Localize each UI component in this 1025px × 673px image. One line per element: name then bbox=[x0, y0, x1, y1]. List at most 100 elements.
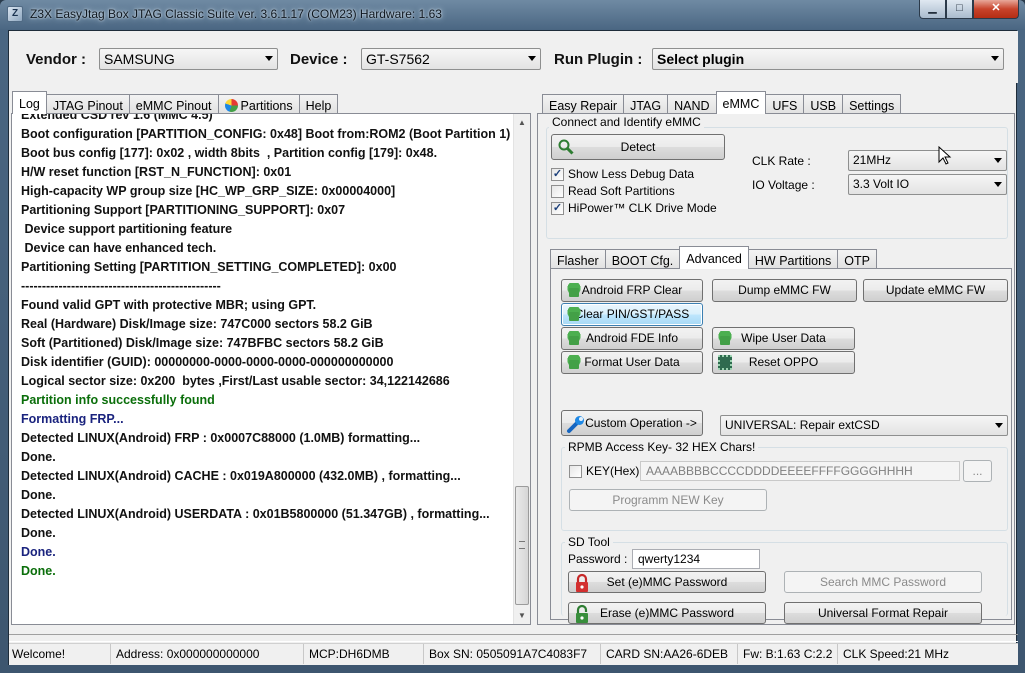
tab-label: JTAG Pinout bbox=[52, 98, 123, 113]
tab-easy-repair[interactable]: Easy Repair bbox=[542, 94, 625, 114]
tab-jtag-pinout[interactable]: JTAG Pinout bbox=[45, 94, 130, 114]
android-frp-clear-button[interactable]: Android FRP Clear bbox=[561, 279, 703, 302]
tab-advanced[interactable]: Advanced bbox=[679, 246, 749, 269]
log-scrollbar[interactable]: ▲ ▼ bbox=[513, 114, 530, 624]
log-line: Formatting FRP... bbox=[21, 412, 124, 426]
tab-emmc-pinout[interactable]: eMMC Pinout bbox=[128, 94, 219, 114]
wipe-user-data-button[interactable]: Wipe User Data bbox=[712, 327, 855, 350]
clk-rate-value: 21MHz bbox=[853, 153, 892, 167]
tab-label: eMMC bbox=[722, 97, 760, 111]
custom-operation-button[interactable]: Custom Operation -> bbox=[561, 410, 703, 436]
chevron-down-icon bbox=[528, 56, 536, 61]
tab-settings[interactable]: Settings bbox=[842, 94, 902, 114]
emmc-sub-tab-strip: Flasher BOOT Cfg. Advanced HW Partitions… bbox=[550, 245, 877, 269]
log-line: Device support partitioning feature bbox=[21, 222, 233, 236]
checkbox-label: KEY(Hex) : bbox=[586, 464, 647, 478]
browse-key-button[interactable]: ... bbox=[963, 460, 992, 482]
log-line: Detected LINUX(Android) FRP : 0x0007C880… bbox=[21, 431, 421, 445]
log-line: Logical sector size: 0x200 bytes ,First/… bbox=[21, 374, 450, 388]
reset-oppo-button[interactable]: Reset OPPO bbox=[712, 351, 855, 374]
minimize-button[interactable]: ▁ bbox=[919, 0, 946, 19]
checkbox-checked-icon: ✓ bbox=[551, 201, 564, 215]
tab-log[interactable]: Log bbox=[12, 91, 47, 114]
vendor-value: SAMSUNG bbox=[104, 51, 175, 67]
log-line: Done. bbox=[21, 526, 56, 540]
detect-label: Detect bbox=[620, 140, 656, 154]
tab-nand[interactable]: NAND bbox=[667, 94, 717, 114]
log-line: Extended CSD rev 1.6 (MMC 4.5) bbox=[21, 113, 213, 122]
app-window: Z Z3X EasyJtag Box JTAG Classic Suite ve… bbox=[0, 0, 1025, 673]
clk-rate-select[interactable]: 21MHz bbox=[848, 150, 1007, 171]
button-label: Erase (e)MMC Password bbox=[599, 606, 735, 620]
tab-emmc[interactable]: eMMC bbox=[715, 91, 767, 114]
left-tab-strip: Log JTAG Pinout eMMC Pinout Partitions H… bbox=[12, 90, 339, 114]
tab-label: NAND bbox=[674, 98, 710, 113]
custom-operation-value: UNIVERSAL: Repair extCSD bbox=[725, 418, 880, 432]
tab-flasher[interactable]: Flasher bbox=[550, 249, 606, 269]
program-new-key-button[interactable]: Programm NEW Key bbox=[569, 489, 767, 511]
detect-button[interactable]: Detect bbox=[551, 134, 725, 160]
vendor-select[interactable]: SAMSUNG bbox=[99, 48, 278, 70]
app-icon[interactable]: Z bbox=[7, 6, 23, 22]
emmc-panel: Connect and Identify eMMC Detect ✓ Show L… bbox=[537, 113, 1015, 625]
tab-label: Partitions bbox=[240, 98, 293, 113]
hipower-clk-checkbox[interactable]: ✓ HiPower™ CLK Drive Mode bbox=[551, 201, 717, 215]
connect-group-title: Connect and Identify eMMC bbox=[549, 115, 704, 129]
checkbox-unchecked-icon bbox=[551, 184, 564, 198]
caption-buttons: ▁ □ ✕ bbox=[919, 0, 1019, 20]
key-hex-checkbox[interactable]: KEY(Hex) : bbox=[569, 464, 646, 478]
scroll-thumb[interactable] bbox=[515, 486, 529, 605]
tab-boot-cfg[interactable]: BOOT Cfg. bbox=[604, 249, 681, 269]
search-mmc-password-button[interactable]: Search MMC Password bbox=[784, 571, 982, 593]
format-user-data-button[interactable]: Format User Data bbox=[561, 351, 703, 374]
io-voltage-select[interactable]: 3.3 Volt IO bbox=[848, 174, 1007, 195]
tab-label: eMMC Pinout bbox=[135, 98, 212, 113]
plugin-select[interactable]: Select plugin bbox=[652, 48, 1004, 70]
show-less-debug-checkbox[interactable]: ✓ Show Less Debug Data bbox=[551, 167, 694, 181]
custom-operation-select[interactable]: UNIVERSAL: Repair extCSD bbox=[720, 415, 1008, 436]
button-label: Custom Operation -> bbox=[585, 416, 697, 430]
dump-emmc-fw-button[interactable]: Dump eMMC FW bbox=[712, 279, 857, 302]
log-line: Detected LINUX(Android) USERDATA : 0x01B… bbox=[21, 507, 490, 521]
log-line: Partition info successfully found bbox=[21, 393, 215, 407]
tab-ufs[interactable]: UFS bbox=[765, 94, 805, 114]
password-input[interactable]: qwerty1234 bbox=[632, 549, 760, 569]
tab-otp[interactable]: OTP bbox=[837, 249, 877, 269]
log-panel[interactable]: Extended CSD rev 1.6 (MMC 4.5) Boot confi… bbox=[11, 113, 531, 625]
scroll-down-arrow-icon[interactable]: ▼ bbox=[514, 607, 530, 624]
tab-hw-partitions[interactable]: HW Partitions bbox=[747, 249, 839, 269]
log-line: Done. bbox=[21, 564, 56, 578]
maximize-button[interactable]: □ bbox=[946, 0, 973, 19]
clear-pin-button[interactable]: Clear PIN/GST/PASS bbox=[561, 303, 703, 326]
read-soft-partitions-checkbox[interactable]: Read Soft Partitions bbox=[551, 184, 675, 198]
log-line: ----------------------------------------… bbox=[21, 279, 221, 293]
close-button[interactable]: ✕ bbox=[973, 0, 1019, 19]
title-bar[interactable]: Z Z3X EasyJtag Box JTAG Classic Suite ve… bbox=[0, 0, 1025, 30]
log-line: Disk identifier (GUID): 00000000-0000-00… bbox=[21, 355, 394, 369]
scroll-up-arrow-icon[interactable]: ▲ bbox=[514, 114, 530, 131]
universal-format-repair-button[interactable]: Universal Format Repair bbox=[784, 602, 982, 624]
chevron-down-icon bbox=[994, 158, 1002, 163]
tab-usb[interactable]: USB bbox=[803, 94, 844, 114]
android-fde-info-button[interactable]: Android FDE Info bbox=[561, 327, 703, 350]
tab-label: Easy Repair bbox=[549, 98, 618, 113]
erase-emmc-password-button[interactable]: Erase (e)MMC Password bbox=[568, 602, 766, 624]
wrench-icon bbox=[566, 414, 586, 434]
tab-partitions[interactable]: Partitions bbox=[217, 94, 300, 114]
log-line: Soft (Partitioned) Disk/Image size: 747B… bbox=[21, 336, 384, 350]
tab-help[interactable]: Help bbox=[298, 94, 339, 114]
log-line: Done. bbox=[21, 545, 56, 559]
rpmb-key-input[interactable]: AAAABBBBCCCCDDDDEEEEFFFFGGGGHHHH bbox=[640, 461, 960, 481]
update-emmc-fw-button[interactable]: Update eMMC FW bbox=[863, 279, 1008, 302]
set-emmc-password-button[interactable]: Set (e)MMC Password bbox=[568, 571, 766, 593]
checkbox-label: Show Less Debug Data bbox=[568, 167, 695, 181]
top-selector-bar: Vendor : SAMSUNG Device : GT-S7562 Run P… bbox=[9, 31, 1018, 83]
tab-jtag[interactable]: JTAG bbox=[623, 94, 669, 114]
device-select[interactable]: GT-S7562 bbox=[361, 48, 541, 70]
android-icon bbox=[567, 307, 581, 322]
chip-icon bbox=[718, 355, 732, 370]
button-label: Clear PIN/GST/PASS bbox=[574, 307, 690, 321]
android-icon bbox=[567, 355, 581, 370]
checkbox-label: Read Soft Partitions bbox=[568, 184, 675, 198]
pie-chart-icon bbox=[224, 99, 238, 112]
